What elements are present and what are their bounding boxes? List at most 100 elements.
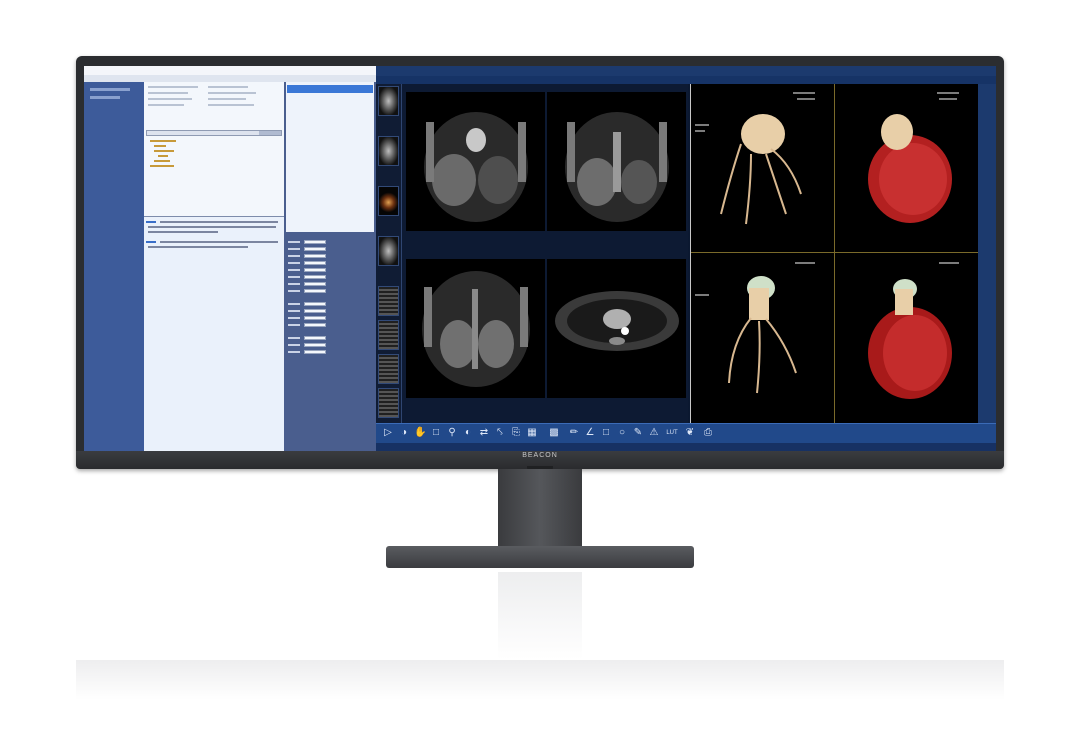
form-field[interactable] bbox=[288, 309, 372, 313]
viewer-side-scrollbar[interactable] bbox=[978, 84, 996, 423]
image-viewer-window: ▷ ◑ ✋ □ ⚲ ◐ ⇄ ⤣ ⎘ ▦ ▩ ✏ ∠ □ ○ ✎ ⚠ LUT ❦ … bbox=[376, 66, 996, 451]
monitor-reflection bbox=[76, 660, 1004, 700]
stand-reflection bbox=[498, 572, 582, 660]
mri-viewport[interactable] bbox=[406, 259, 545, 398]
form-field[interactable] bbox=[288, 343, 372, 347]
ruler-icon[interactable]: ✏ bbox=[568, 427, 580, 439]
form-field[interactable] bbox=[288, 323, 372, 327]
form-field[interactable] bbox=[288, 289, 372, 293]
ct-3d-viewport[interactable] bbox=[691, 84, 834, 252]
report-app-titlebar bbox=[84, 66, 376, 75]
rectangle-icon[interactable]: □ bbox=[600, 427, 612, 439]
form-field[interactable] bbox=[288, 247, 372, 251]
report-content-panel bbox=[144, 82, 284, 451]
form-field[interactable] bbox=[288, 336, 372, 340]
annotate-icon[interactable]: ✎ bbox=[632, 427, 644, 439]
tree-node[interactable] bbox=[150, 140, 176, 142]
overlay-text bbox=[695, 124, 709, 126]
series-thumbnail-strip bbox=[376, 84, 402, 423]
grid-icon[interactable]: ▩ bbox=[548, 427, 560, 439]
series-thumbnail[interactable] bbox=[378, 86, 399, 116]
form-field[interactable] bbox=[288, 282, 372, 286]
series-thumbnail[interactable] bbox=[378, 136, 399, 166]
form-field[interactable] bbox=[288, 302, 372, 306]
monitor-stand-neck bbox=[498, 469, 582, 547]
viewport-divider bbox=[691, 252, 979, 253]
tree-node[interactable] bbox=[154, 160, 170, 162]
report-text-line bbox=[160, 221, 278, 223]
sidebar-item[interactable] bbox=[90, 88, 130, 91]
contrast-icon[interactable]: ◐ bbox=[462, 427, 474, 439]
ct-3d-viewport[interactable] bbox=[691, 253, 834, 421]
series-thumbnail[interactable] bbox=[378, 320, 399, 350]
form-field[interactable] bbox=[288, 240, 372, 244]
series-thumbnail[interactable] bbox=[378, 236, 399, 266]
mri-viewport[interactable] bbox=[406, 92, 545, 231]
sidebar-item[interactable] bbox=[90, 96, 120, 99]
report-text-line bbox=[160, 241, 278, 243]
form-field[interactable] bbox=[288, 261, 372, 265]
ct-3d-viewport-grid bbox=[690, 84, 979, 423]
overlay-text bbox=[695, 130, 705, 132]
report-text-line bbox=[148, 231, 218, 233]
series-thumbnail[interactable] bbox=[378, 354, 399, 384]
form-field[interactable] bbox=[288, 275, 372, 279]
overlay-text bbox=[797, 98, 815, 100]
pointer-icon[interactable]: ▷ bbox=[382, 427, 394, 439]
search-button[interactable] bbox=[259, 131, 281, 135]
fit-icon[interactable]: ⤣ bbox=[494, 427, 506, 439]
overlay-text bbox=[795, 262, 815, 264]
mri-viewport[interactable] bbox=[547, 259, 686, 398]
list-item-selected[interactable] bbox=[287, 85, 373, 93]
layout-icon[interactable]: ▦ bbox=[526, 427, 538, 439]
info-row bbox=[148, 104, 184, 106]
report-text-line bbox=[148, 246, 248, 248]
form-field[interactable] bbox=[288, 316, 372, 320]
section-heading bbox=[146, 241, 156, 243]
report-app-window bbox=[84, 66, 376, 451]
report-icon[interactable]: ⎙ bbox=[702, 427, 714, 439]
ellipse-icon[interactable]: ○ bbox=[616, 427, 628, 439]
viewer-toolbar: ▷ ◑ ✋ □ ⚲ ◐ ⇄ ⤣ ⎘ ▦ ▩ ✏ ∠ □ ○ ✎ ⚠ LUT ❦ … bbox=[376, 423, 996, 444]
patient-list bbox=[286, 82, 374, 232]
zoom-icon[interactable]: ⚲ bbox=[446, 427, 458, 439]
ct-3d-viewport[interactable] bbox=[835, 253, 978, 421]
form-field[interactable] bbox=[288, 350, 372, 354]
text-icon[interactable]: ⚠ bbox=[648, 427, 660, 439]
info-row bbox=[208, 98, 246, 100]
tree-node[interactable] bbox=[154, 145, 166, 147]
lung-icon[interactable]: ❦ bbox=[684, 427, 696, 439]
brand-logo: BEACON bbox=[522, 452, 558, 459]
ct-3d-viewport[interactable] bbox=[835, 84, 978, 252]
mri-viewport[interactable] bbox=[547, 92, 686, 231]
lut-icon[interactable]: LUT bbox=[664, 427, 680, 439]
search-input[interactable] bbox=[146, 130, 282, 136]
info-row bbox=[208, 104, 254, 106]
pan-icon[interactable]: ✋ bbox=[414, 427, 426, 439]
report-app-sidebar bbox=[84, 82, 144, 451]
info-row bbox=[148, 98, 192, 100]
tree-node[interactable] bbox=[158, 155, 168, 157]
window-level-icon[interactable]: ◑ bbox=[398, 427, 410, 439]
monitor-stand-base bbox=[386, 546, 694, 568]
section-heading bbox=[146, 221, 156, 223]
form-field[interactable] bbox=[288, 268, 372, 272]
overlay-text bbox=[939, 262, 959, 264]
overlay-text bbox=[939, 98, 957, 100]
series-thumbnail[interactable] bbox=[378, 286, 399, 316]
viewer-titlebar bbox=[376, 66, 996, 76]
report-text-editor[interactable] bbox=[144, 216, 284, 451]
report-app-menubar bbox=[84, 75, 376, 82]
tree-node[interactable] bbox=[154, 150, 174, 152]
angle-icon[interactable]: ∠ bbox=[584, 427, 596, 439]
info-row bbox=[148, 86, 198, 88]
info-row bbox=[208, 92, 256, 94]
tree-node[interactable] bbox=[150, 165, 174, 167]
form-field[interactable] bbox=[288, 254, 372, 258]
report-text-line bbox=[148, 226, 276, 228]
crop-icon[interactable]: □ bbox=[430, 427, 442, 439]
invert-icon[interactable]: ⇄ bbox=[478, 427, 490, 439]
series-thumbnail[interactable] bbox=[378, 186, 399, 216]
series-thumbnail[interactable] bbox=[378, 388, 399, 418]
export-icon[interactable]: ⎘ bbox=[510, 427, 522, 439]
